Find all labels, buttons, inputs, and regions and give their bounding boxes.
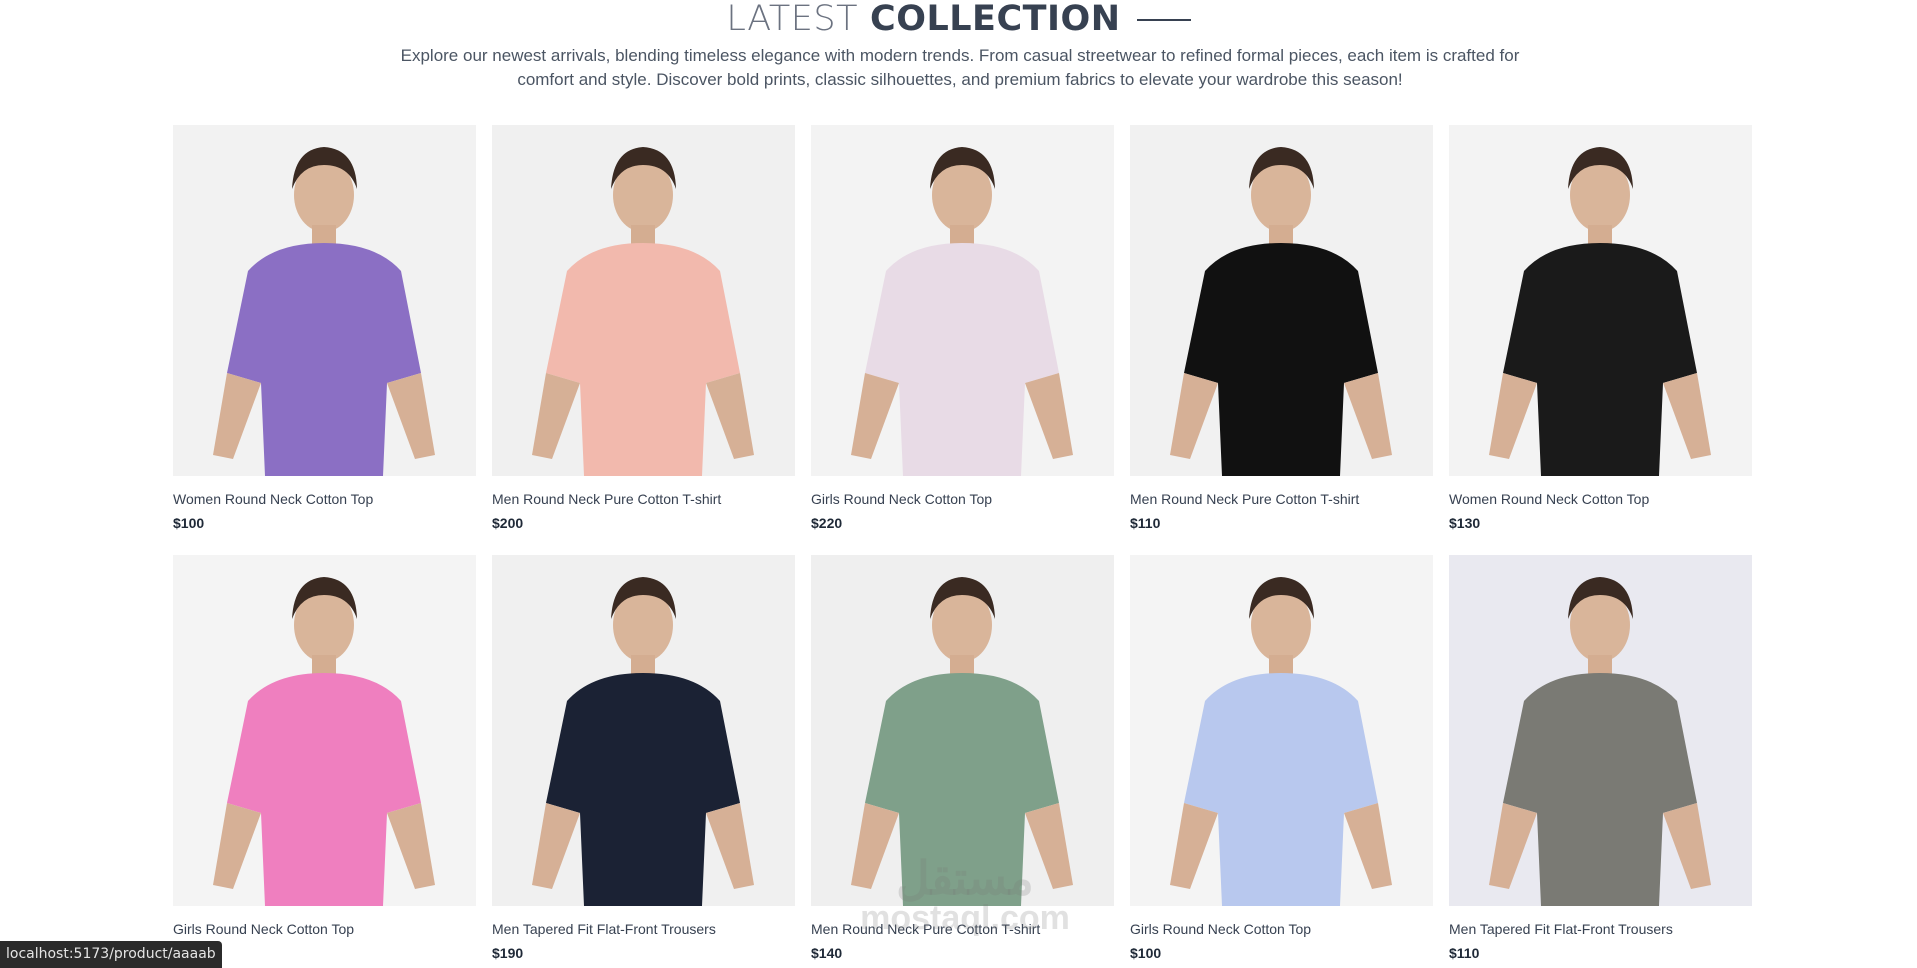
product-card[interactable]: Men Round Neck Pure Cotton T-shirt $140 [811,555,1114,962]
product-name[interactable]: Girls Round Neck Cotton Top [811,490,1114,508]
product-price: $200 [492,515,524,531]
title-underline [1136,19,1191,21]
product-image[interactable] [492,125,795,476]
product-price: $100 [173,515,205,531]
product-name[interactable]: Men Round Neck Pure Cotton T-shirt [811,920,1114,938]
product-card[interactable]: Women Round Neck Cotton Top $100 [173,125,476,532]
product-image[interactable] [811,125,1114,476]
product-photo-placeholder [1449,125,1752,476]
product-photo-placeholder [173,555,476,906]
product-image[interactable] [173,555,476,906]
product-image[interactable] [1130,555,1433,906]
product-card[interactable]: Men Tapered Fit Flat-Front Trousers $110 [1449,555,1752,962]
product-photo-placeholder [173,125,476,476]
product-photo-placeholder [1130,125,1433,476]
product-price: $140 [811,945,843,961]
product-name[interactable]: Women Round Neck Cotton Top [1449,490,1752,508]
section-title: LATEST COLLECTION [0,0,1917,41]
product-image[interactable] [173,125,476,476]
product-photo-placeholder [492,555,795,906]
product-price: $100 [1130,945,1162,961]
product-image[interactable] [1130,125,1433,476]
product-image[interactable] [1449,555,1752,906]
product-photo-placeholder [1130,555,1433,906]
product-photo-placeholder [811,125,1114,476]
latest-collection-page: LATEST COLLECTION Explore our newest arr… [0,0,1917,968]
product-photo-placeholder [811,555,1114,906]
product-image[interactable] [1449,125,1752,476]
product-card[interactable]: Girls Round Neck Cotton Top $100 [1130,555,1433,962]
product-price: $110 [1130,515,1161,531]
product-name[interactable]: Men Tapered Fit Flat-Front Trousers [1449,920,1752,938]
product-photo-placeholder [492,125,795,476]
product-name[interactable]: Men Tapered Fit Flat-Front Trousers [492,920,795,938]
product-card[interactable]: Women Round Neck Cotton Top $130 [1449,125,1752,532]
product-name[interactable]: Men Round Neck Pure Cotton T-shirt [1130,490,1433,508]
product-card[interactable]: Men Tapered Fit Flat-Front Trousers $190 [492,555,795,962]
product-image[interactable] [492,555,795,906]
product-image[interactable] [811,555,1114,906]
product-card[interactable]: Girls Round Neck Cotton Top $220 [811,125,1114,532]
product-card[interactable]: Girls Round Neck Cotton Top [173,555,476,962]
product-price: $130 [1449,515,1481,531]
product-price: $110 [1449,945,1480,961]
product-photo-placeholder [1449,555,1752,906]
product-name[interactable]: Girls Round Neck Cotton Top [173,920,476,938]
product-price: $220 [811,515,843,531]
title-strong-word: COLLECTION [870,0,1121,39]
product-card[interactable]: Men Round Neck Pure Cotton T-shirt $110 [1130,125,1433,532]
browser-status-bar: localhost:5173/product/aaaab [0,941,222,968]
product-price: $190 [492,945,524,961]
section-description: Explore our newest arrivals, blending ti… [400,46,1520,89]
product-card[interactable]: Men Round Neck Pure Cotton T-shirt $200 [492,125,795,532]
product-grid: Women Round Neck Cotton Top $100 Men Rou… [173,125,1753,962]
product-name[interactable]: Girls Round Neck Cotton Top [1130,920,1433,938]
product-name[interactable]: Men Round Neck Pure Cotton T-shirt [492,490,795,508]
title-light-word: LATEST [726,0,859,39]
product-name[interactable]: Women Round Neck Cotton Top [173,490,476,508]
